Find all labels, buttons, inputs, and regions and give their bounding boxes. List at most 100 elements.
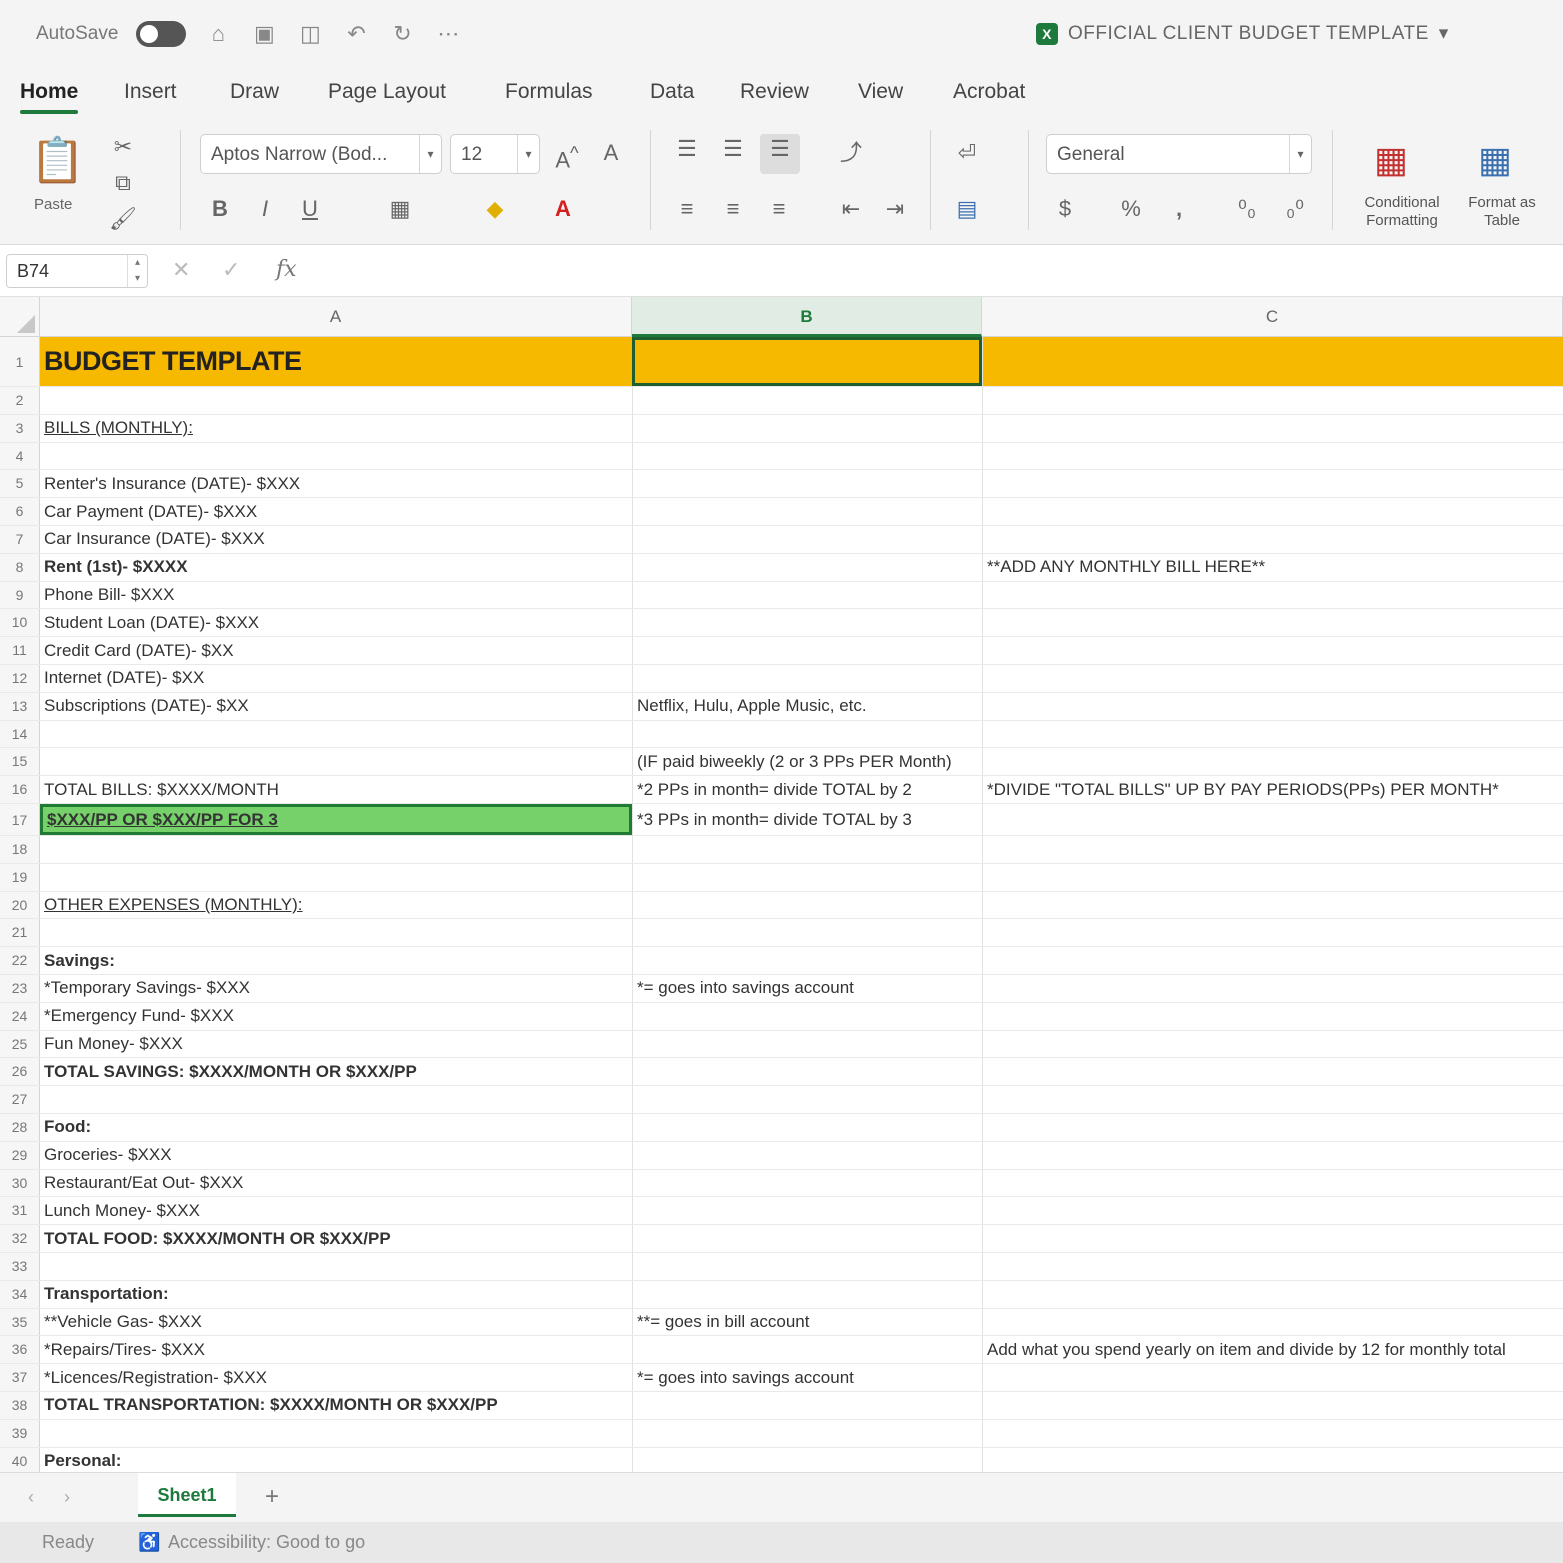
cell-c13[interactable] [982,692,1563,720]
row-header[interactable]: 9 [0,581,40,609]
cell-b31[interactable] [632,1197,982,1225]
align-right-icon[interactable]: ≡ [764,194,794,224]
cell-b6[interactable] [632,498,982,525]
cell-b30[interactable] [632,1169,982,1197]
cell-c27[interactable] [982,1086,1563,1113]
cell-b19[interactable] [632,863,982,891]
cell-b21[interactable] [632,919,982,947]
tab-draw[interactable]: Draw [230,80,279,104]
cell-b10[interactable] [632,609,982,637]
cell-a15[interactable] [40,748,632,775]
row-header[interactable]: 11 [0,637,40,664]
cell-c2[interactable] [982,387,1563,414]
cell-a22[interactable]: Savings: [40,947,632,974]
sheet-tab-sheet1[interactable]: Sheet1 [138,1473,236,1517]
cell-a23[interactable]: *Temporary Savings- $XXX [40,975,632,1002]
row-header[interactable]: 35 [0,1308,40,1336]
chevron-updown-icon[interactable]: ▴ ▾ [127,255,147,287]
cell-a6[interactable]: Car Payment (DATE)- $XXX [40,498,632,525]
cell-c28[interactable] [982,1114,1563,1141]
cancel-icon[interactable]: ✕ [172,257,190,283]
cell-b40[interactable] [632,1447,982,1472]
row-header[interactable]: 6 [0,498,40,525]
align-center-icon[interactable]: ≡ [718,194,748,224]
paste-icon[interactable]: 📋 [30,134,85,188]
format-as-table-icon[interactable]: ▦ [1470,138,1520,182]
cell-c19[interactable] [982,863,1563,891]
cell-a34[interactable]: Transportation: [40,1281,632,1308]
cell-b25[interactable] [632,1030,982,1058]
row-header[interactable]: 28 [0,1114,40,1141]
cell-a30[interactable]: Restaurant/Eat Out- $XXX [40,1170,632,1197]
comma-style-icon[interactable]: , [1164,194,1194,224]
row-header[interactable]: 24 [0,1002,40,1030]
cell-a40[interactable]: Personal: [40,1448,632,1472]
cell-b4[interactable] [632,442,982,470]
row-header[interactable]: 26 [0,1058,40,1086]
cell-b9[interactable] [632,581,982,609]
cut-icon[interactable]: ✂ [108,132,138,162]
cell-b27[interactable] [632,1086,982,1113]
cell-c38[interactable] [982,1392,1563,1419]
row-header[interactable]: 19 [0,863,40,891]
cell-c36[interactable]: Add what you spend yearly on item and di… [982,1336,1563,1364]
cell-b38[interactable] [632,1392,982,1419]
cell-a10[interactable]: Student Loan (DATE)- $XXX [40,609,632,636]
tab-data[interactable]: Data [650,80,694,104]
row-header[interactable]: 23 [0,975,40,1002]
decrease-indent-icon[interactable]: ⇤ [836,194,866,224]
underline-icon[interactable]: U [295,194,325,224]
format-as-table-label[interactable]: Format as Table [1460,194,1544,230]
cell-b35[interactable]: **= goes in bill account [632,1308,982,1336]
cell-a7[interactable]: Car Insurance (DATE)- $XXX [40,526,632,553]
align-bottom-icon[interactable]: ☰ [760,134,800,174]
document-title[interactable]: X OFFICIAL CLIENT BUDGET TEMPLATE ▾ [1036,22,1449,45]
cell-c9[interactable] [982,581,1563,609]
row-header[interactable]: 15 [0,748,40,776]
cell-b18[interactable] [632,836,982,863]
cell-a27[interactable] [40,1086,632,1113]
cell-a20[interactable]: OTHER EXPENSES (MONTHLY): [40,892,632,919]
save-as-icon[interactable]: ◫ [296,20,324,48]
cell-c10[interactable] [982,609,1563,637]
cell-a25[interactable]: Fun Money- $XXX [40,1031,632,1058]
undo-icon[interactable]: ↶ [342,20,370,48]
cell-a14[interactable] [40,721,632,748]
cell-b34[interactable] [632,1280,982,1308]
tab-review[interactable]: Review [740,80,809,104]
align-top-icon[interactable]: ☰ [672,134,702,164]
cell-c11[interactable] [982,637,1563,664]
cell-c14[interactable] [982,720,1563,748]
merge-center-icon[interactable]: ▤ [952,194,982,224]
row-header[interactable]: 1 [0,337,40,386]
enter-check-icon[interactable]: ✓ [222,257,240,283]
cell-c34[interactable] [982,1280,1563,1308]
italic-icon[interactable]: I [250,194,280,224]
row-header[interactable]: 14 [0,720,40,748]
cell-a31[interactable]: Lunch Money- $XXX [40,1197,632,1224]
accessibility-status[interactable]: Accessibility: Good to go [168,1532,365,1553]
cell-a36[interactable]: *Repairs/Tires- $XXX [40,1336,632,1363]
cell-a17[interactable]: $XXX/PP OR $XXX/PP FOR 3 [40,804,632,835]
autosave-toggle[interactable] [136,21,187,47]
add-sheet-button[interactable]: + [265,1483,279,1511]
accessibility-icon[interactable]: ♿ [138,1532,160,1553]
wrap-text-icon[interactable]: ⏎ [952,138,982,168]
column-header-a[interactable]: A [40,297,632,337]
cell-a16[interactable]: TOTAL BILLS: $XXXX/MONTH [40,776,632,803]
row-header[interactable]: 13 [0,692,40,720]
cell-b20[interactable] [632,891,982,919]
cell-c25[interactable] [982,1030,1563,1058]
cell-a29[interactable]: Groceries- $XXX [40,1142,632,1169]
cell-a37[interactable]: *Licences/Registration- $XXX [40,1364,632,1391]
save-icon[interactable]: ▣ [250,20,278,48]
increase-indent-icon[interactable]: ⇥ [880,194,910,224]
cell-c30[interactable] [982,1169,1563,1197]
cell-c18[interactable] [982,836,1563,863]
row-header[interactable]: 16 [0,776,40,803]
cell-c20[interactable] [982,891,1563,919]
row-header[interactable]: 34 [0,1280,40,1308]
cell-c8[interactable]: **ADD ANY MONTHLY BILL HERE** [982,553,1563,581]
increase-font-icon[interactable]: A^ [552,138,582,172]
cell-a5[interactable]: Renter's Insurance (DATE)- $XXX [40,470,632,497]
